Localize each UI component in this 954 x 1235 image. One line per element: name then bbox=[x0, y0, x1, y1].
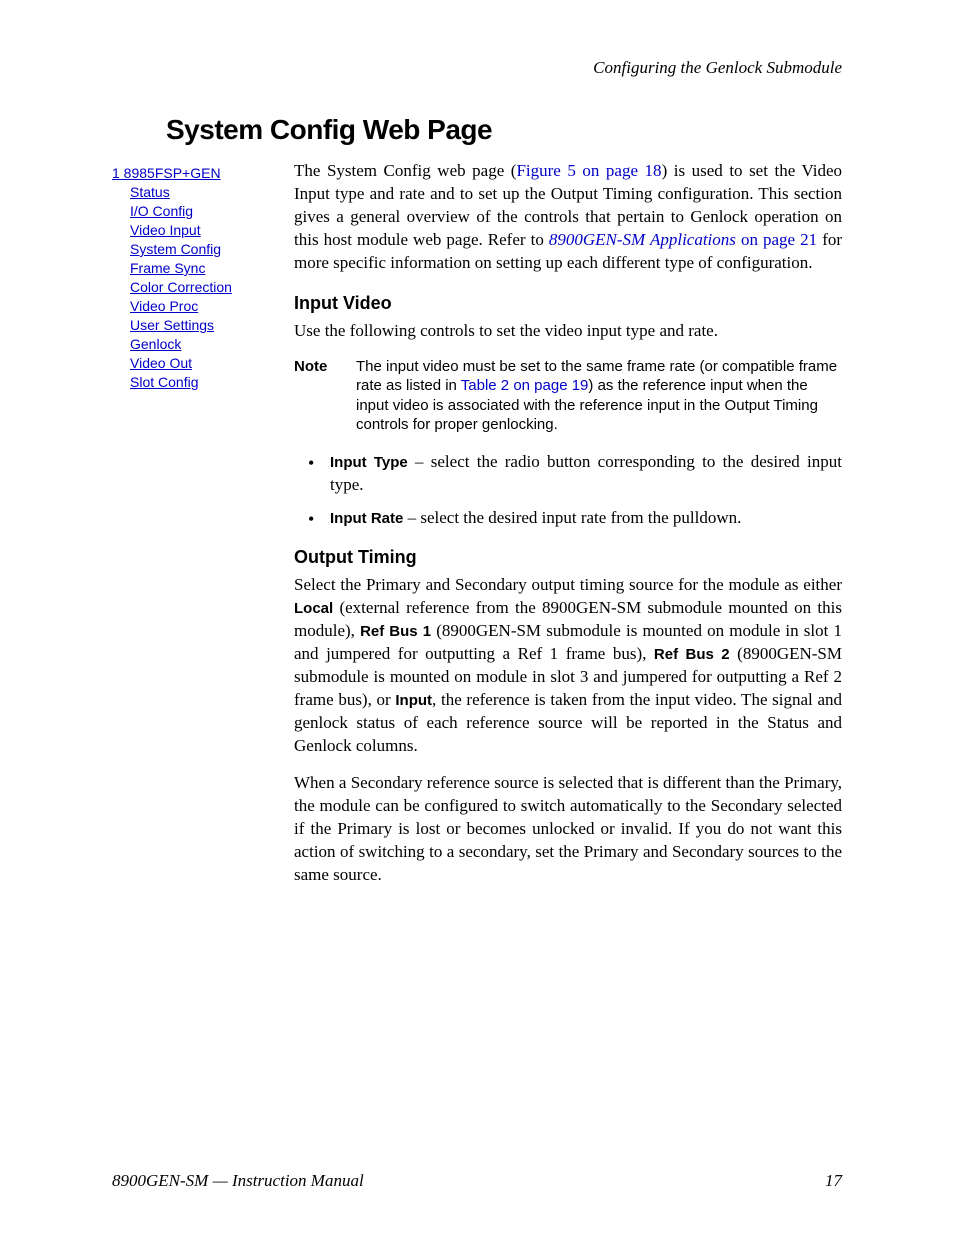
xref-table-2[interactable]: Table 2 on page 19 bbox=[461, 377, 589, 394]
input-video-bullets: Input Type – select the radio button cor… bbox=[294, 451, 842, 530]
bullet-input-rate: Input Rate – select the desired input ra… bbox=[294, 507, 842, 530]
main-content: The System Config web page (Figure 5 on … bbox=[294, 160, 842, 901]
input-video-lead: Use the following controls to set the vi… bbox=[294, 320, 842, 343]
note-label: Note bbox=[294, 357, 356, 435]
nav-frame-sync[interactable]: Frame Sync bbox=[130, 259, 294, 278]
section-title: System Config Web Page bbox=[166, 114, 842, 146]
bullet-text: – select the radio button corresponding … bbox=[330, 452, 842, 494]
nav-color-correction[interactable]: Color Correction bbox=[130, 278, 294, 297]
term-input: Input bbox=[395, 692, 432, 709]
page-footer: 8900GEN-SM — Instruction Manual 17 bbox=[112, 1171, 842, 1191]
xref-figure-5[interactable]: Figure 5 on page 18 bbox=[516, 161, 661, 180]
output-timing-p2: When a Secondary reference source is sel… bbox=[294, 772, 842, 887]
term-ref-bus-1: Ref Bus 1 bbox=[360, 623, 431, 640]
bullet-input-type: Input Type – select the radio button cor… bbox=[294, 451, 842, 497]
term-ref-bus-2: Ref Bus 2 bbox=[654, 646, 730, 663]
nav-video-input[interactable]: Video Input bbox=[130, 221, 294, 240]
nav-slot-config[interactable]: Slot Config bbox=[130, 373, 294, 392]
bullet-label: Input Type bbox=[330, 454, 408, 471]
nav-video-proc[interactable]: Video Proc bbox=[130, 297, 294, 316]
running-head: Configuring the Genlock Submodule bbox=[112, 58, 842, 78]
nav-genlock[interactable]: Genlock bbox=[130, 335, 294, 354]
heading-output-timing: Output Timing bbox=[294, 547, 842, 568]
bullet-text: – select the desired input rate from the… bbox=[403, 508, 741, 527]
xref-applications[interactable]: 8900GEN-SM Applications bbox=[549, 230, 736, 249]
intro-pre: The System Config web page ( bbox=[294, 161, 516, 180]
output-timing-p1: Select the Primary and Secondary output … bbox=[294, 574, 842, 758]
note-text: The input video must be set to the same … bbox=[356, 357, 842, 435]
nav-io-config[interactable]: I/O Config bbox=[130, 202, 294, 221]
intro-paragraph: The System Config web page (Figure 5 on … bbox=[294, 160, 842, 275]
term-local: Local bbox=[294, 600, 333, 617]
nav-user-settings[interactable]: User Settings bbox=[130, 316, 294, 335]
footer-doc-title: 8900GEN-SM — Instruction Manual bbox=[112, 1171, 364, 1191]
note-block: Note The input video must be set to the … bbox=[294, 357, 842, 435]
footer-page-number: 17 bbox=[825, 1171, 842, 1191]
bullet-label: Input Rate bbox=[330, 510, 403, 527]
heading-input-video: Input Video bbox=[294, 293, 842, 314]
xref-applications-page[interactable]: on page 21 bbox=[736, 230, 817, 249]
nav-root[interactable]: 1 8985FSP+GEN bbox=[112, 164, 294, 183]
sidebar-nav: 1 8985FSP+GEN Status I/O Config Video In… bbox=[112, 160, 294, 392]
nav-system-config[interactable]: System Config bbox=[130, 240, 294, 259]
ot-p1-a: Select the Primary and Secondary output … bbox=[294, 575, 842, 594]
nav-status[interactable]: Status bbox=[130, 183, 294, 202]
nav-video-out[interactable]: Video Out bbox=[130, 354, 294, 373]
